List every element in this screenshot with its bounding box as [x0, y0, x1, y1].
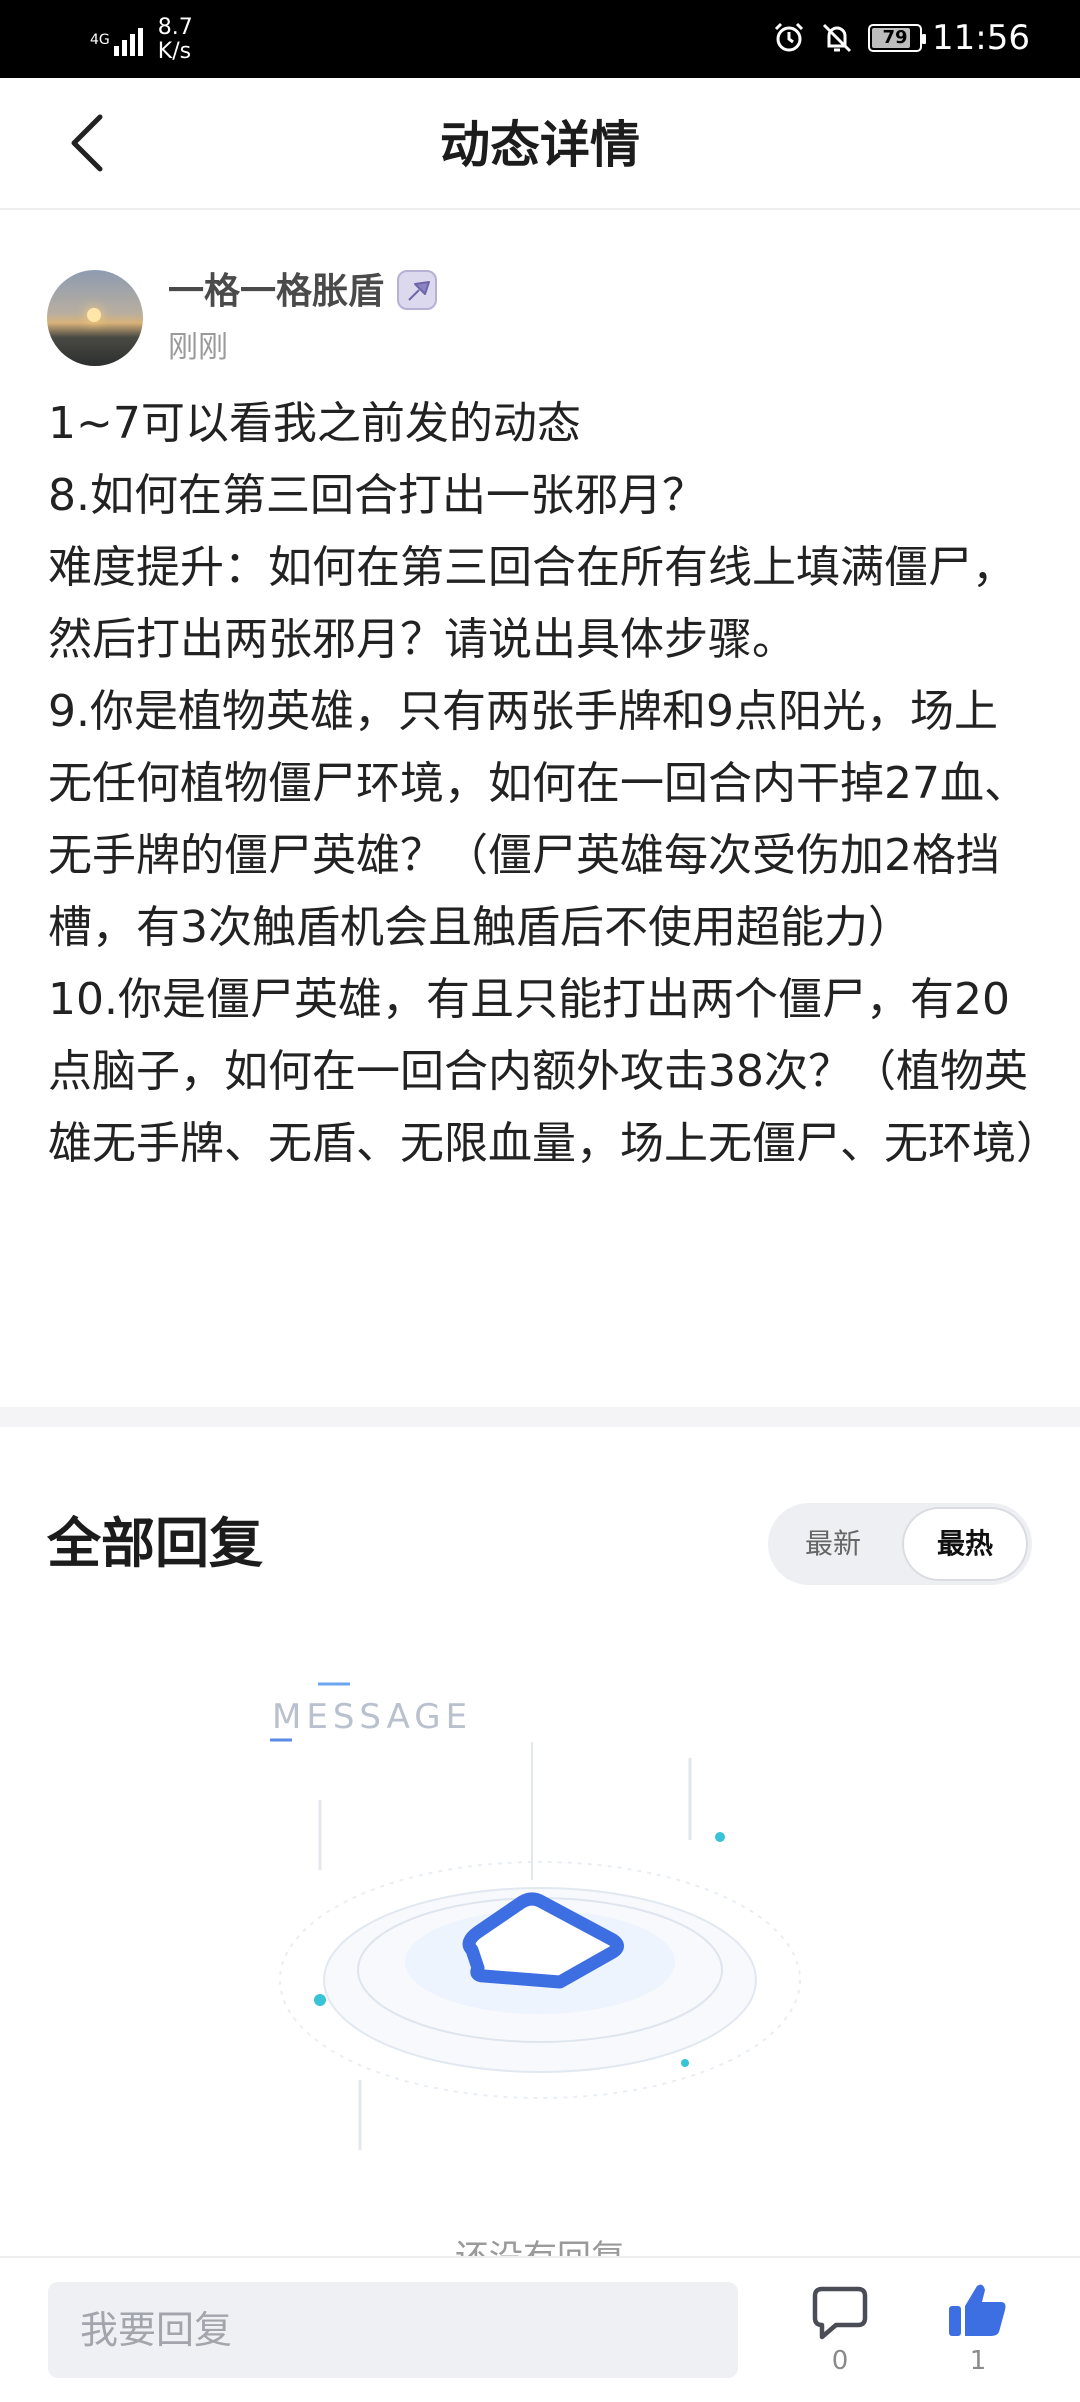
author-name[interactable]: 一格一格胀盾 [168, 268, 384, 316]
clock: 11:56 [932, 18, 1030, 58]
signal-icon [113, 24, 146, 56]
post-content: 1~7可以看我之前发的动态 8.如何在第三回合打出一张邪月？ 难度提升：如何在第… [48, 388, 1060, 1180]
alarm-icon [774, 22, 804, 52]
post-paragraph: 难度提升：如何在第三回合在所有线上填满僵尸，然后打出两张邪月？请说出具体步骤。 [48, 542, 1016, 665]
mute-bell-icon [822, 23, 852, 53]
post-paragraph: 1~7可以看我之前发的动态 [48, 398, 581, 449]
status-left: 4G 8.7 K/s [90, 16, 193, 64]
network-type: 4G [90, 32, 110, 48]
section-divider [0, 1407, 1080, 1427]
post-paragraph: 9.你是植物英雄，只有两张手牌和9点阳光，场上无任何植物僵尸环境，如何在一回合内… [48, 686, 1028, 953]
status-right: 79 11:56 [772, 18, 1030, 58]
nav-bar: 动态详情 [0, 78, 1080, 210]
network-speed: 8.7 K/s [158, 16, 193, 64]
empty-message-illustration: MESSAGE [270, 1682, 801, 2150]
like-count: 1 [969, 2346, 987, 2376]
comment-icon [812, 2286, 868, 2340]
comment-count: 0 [831, 2346, 849, 2376]
post-paragraph: 8.如何在第三回合打出一张邪月？ [48, 470, 706, 521]
replies-title: 全部回复 [47, 1512, 263, 1575]
battery-level: 79 [882, 27, 908, 48]
reply-input[interactable] [48, 2282, 738, 2378]
comment-button[interactable]: 0 [808, 2284, 872, 2384]
speed-value: 8.7 [157, 15, 193, 40]
post-time: 刚刚 [168, 330, 228, 365]
battery-icon: 79 [868, 24, 927, 52]
like-button[interactable]: 1 [946, 2280, 1010, 2384]
level-badge-icon [397, 270, 437, 310]
page-title: 动态详情 [440, 116, 640, 174]
sort-toggle: 最新 最热 [768, 1503, 1032, 1585]
bottom-bar: 0 1 [0, 2256, 1080, 2402]
sort-hot-button[interactable]: 最热 [902, 1507, 1028, 1581]
speed-unit: K/s [157, 39, 192, 64]
thumbs-up-icon [949, 2284, 1006, 2336]
post-paragraph: 10.你是僵尸英雄，有且只能打出两个僵尸，有20点脑子，如何在一回合内额外攻击3… [48, 974, 1060, 1169]
illustration-label: MESSAGE [272, 1697, 472, 1737]
status-bar: 4G 8.7 K/s 79 11:56 [0, 0, 1080, 78]
sort-latest-button[interactable]: 最新 [778, 1507, 888, 1581]
author-avatar[interactable] [47, 270, 143, 366]
